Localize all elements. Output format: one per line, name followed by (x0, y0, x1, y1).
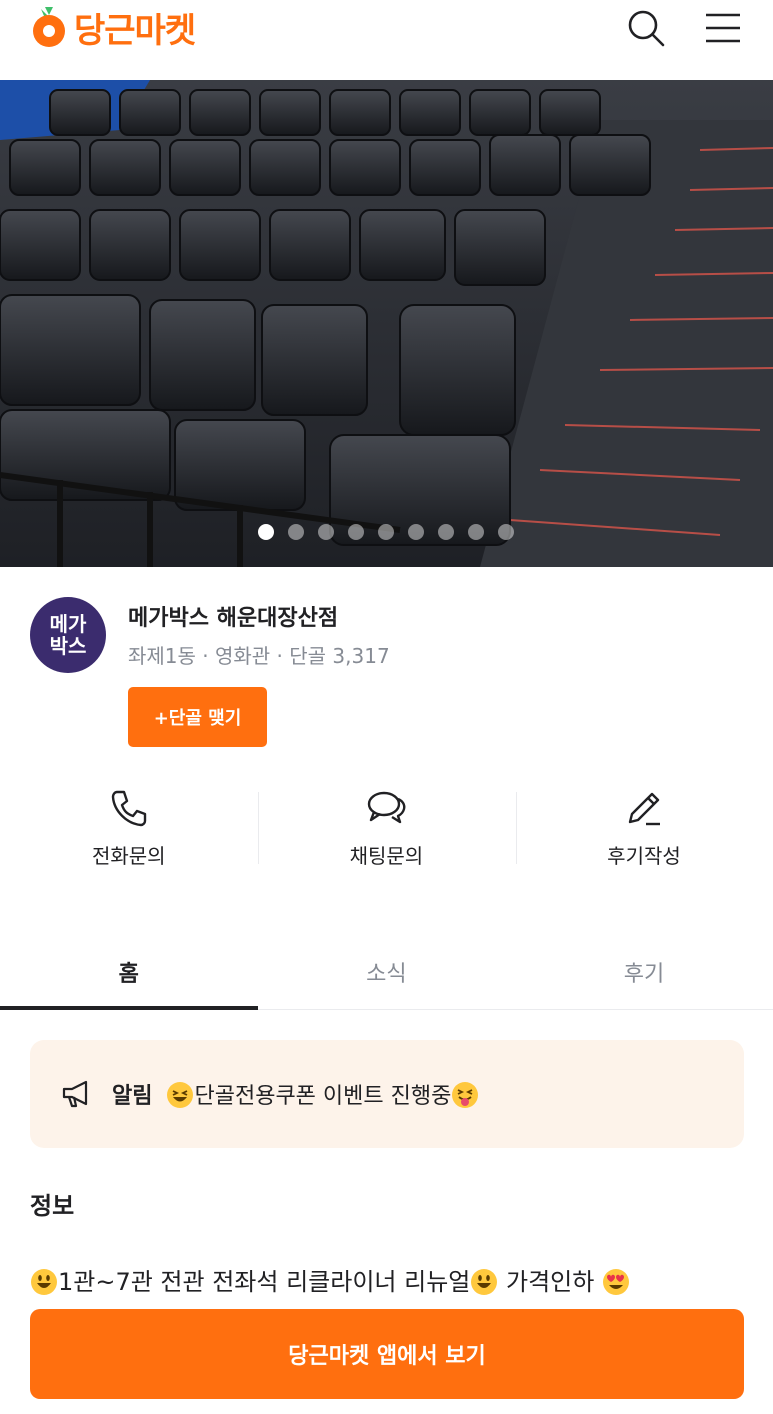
store-photo-carousel[interactable] (0, 80, 773, 567)
info-section-title: 정보 (30, 1192, 75, 1220)
daangn-logo[interactable]: 당근마켓 (30, 4, 196, 51)
notice-text: 단골전용쿠폰 이벤트 진행중 (194, 1084, 452, 1109)
carousel-dot[interactable] (408, 524, 424, 540)
search-icon[interactable] (626, 8, 666, 48)
chat-bubbles-icon (368, 791, 406, 824)
info-text-part1: 1관~7관 전관 전좌석 리클라이너 리뉴얼 (58, 1268, 471, 1296)
carrot-logo-icon (33, 7, 65, 47)
notice-label: 알림 (112, 1084, 153, 1109)
store-actions: 전화문의 채팅문의 후기작성 (0, 780, 773, 880)
tab-news[interactable]: 소식 (258, 940, 516, 1009)
store-meta: 좌제1동 · 영화관 · 단골 3,317 (128, 644, 390, 668)
smiley-emoji-icon (471, 1269, 498, 1295)
notice-banner[interactable]: 알림 단골전용쿠폰 이벤트 진행중 (30, 1040, 744, 1148)
grinning-emoji-icon (31, 1269, 57, 1295)
logo-text: 당근마켓 (74, 10, 196, 51)
open-in-app-button[interactable]: 당근마켓 앱에서 보기 (30, 1309, 744, 1399)
avatar-text-line1: 메가 (49, 612, 87, 636)
carousel-dot[interactable] (258, 524, 274, 540)
heart-eyes-emoji-icon (602, 1269, 629, 1295)
info-description: 1관~7관 전관 전좌석 리클라이너 리뉴얼 가격인하 (30, 1262, 630, 1297)
theater-seats-photo (0, 80, 773, 567)
carousel-indicator (258, 524, 514, 540)
call-inquiry-button[interactable]: 전화문의 (0, 780, 258, 880)
store-tabs: 홈 소식 후기 (0, 940, 773, 1010)
notice-text-wrap: 단골전용쿠폰 이벤트 진행중 (166, 1078, 479, 1110)
pencil-icon (628, 792, 660, 826)
phone-icon (111, 790, 146, 827)
avatar-text-line2: 박스 (49, 634, 87, 658)
store-avatar: 메가 박스 (30, 597, 106, 673)
carousel-dot[interactable] (318, 524, 334, 540)
tab-home[interactable]: 홈 (0, 940, 258, 1010)
megaphone-icon (62, 1080, 88, 1108)
chat-inquiry-label: 채팅문의 (349, 844, 424, 868)
carousel-dot[interactable] (378, 524, 394, 540)
store-name: 메가박스 해운대장산점 (128, 606, 339, 631)
carousel-dot[interactable] (438, 524, 454, 540)
carousel-dot[interactable] (288, 524, 304, 540)
chat-inquiry-button[interactable]: 채팅문의 (258, 780, 516, 880)
carousel-dot[interactable] (468, 524, 484, 540)
menu-icon[interactable] (703, 8, 743, 48)
app-header: 당근마켓 (0, 0, 773, 80)
write-review-label: 후기작성 (607, 844, 681, 868)
follow-store-button[interactable]: +단골 맺기 (128, 687, 267, 747)
write-review-button[interactable]: 후기작성 (515, 780, 773, 880)
carousel-dot[interactable] (498, 524, 514, 540)
carousel-dot[interactable] (348, 524, 364, 540)
tongue-out-emoji-icon (452, 1082, 479, 1108)
grinning-squint-emoji-icon (167, 1082, 194, 1108)
call-inquiry-label: 전화문의 (91, 844, 166, 868)
tab-reviews[interactable]: 후기 (515, 940, 773, 1009)
info-text-part2: 가격인하 (498, 1268, 602, 1296)
